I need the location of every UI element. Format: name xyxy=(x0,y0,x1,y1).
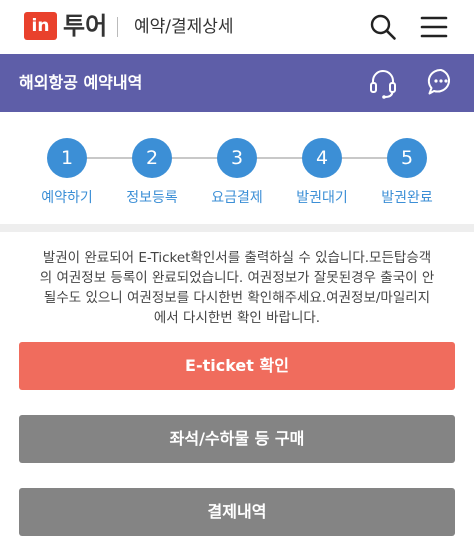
header-title: 해외항공 예약내역 xyxy=(19,73,143,92)
step-number: 5 xyxy=(387,138,427,178)
notice-line: 될수도 있으니 여권정보를 다시한번 확인해주세요.여권정보/마일리지 xyxy=(43,290,431,306)
step-number: 4 xyxy=(302,138,342,178)
step-number: 2 xyxy=(132,138,172,178)
step-label: 정보등록 xyxy=(126,190,178,206)
logo-text[interactable]: 투어 xyxy=(63,10,107,42)
notice-text: 발권이 완료되어 E-Ticket확인서를 출력하실 수 있습니다.모든탑승객 … xyxy=(16,248,458,328)
payment-history-button[interactable]: 결제내역 xyxy=(19,488,455,536)
step-label: 요금결제 xyxy=(211,190,263,206)
step-1: 1 예약하기 xyxy=(27,138,107,208)
step-number: 3 xyxy=(217,138,257,178)
logo-mark[interactable]: in xyxy=(24,12,57,40)
notice-line: 발권이 완료되어 E-Ticket확인서를 출력하실 수 있습니다.모든탑승객 xyxy=(42,250,432,266)
search-icon[interactable] xyxy=(369,13,397,41)
top-bar: in 투어 예약/결제상세 xyxy=(0,0,474,54)
eticket-button[interactable]: E-ticket 확인 xyxy=(19,342,455,390)
section-header: 해외항공 예약내역 xyxy=(0,54,474,112)
page-title: 예약/결제상세 xyxy=(134,17,234,37)
step-label: 발권완료 xyxy=(381,190,433,206)
step-number: 1 xyxy=(47,138,87,178)
step-5: 5 발권완료 xyxy=(367,138,447,208)
chat-icon[interactable] xyxy=(427,68,455,96)
step-label: 발권대기 xyxy=(296,190,348,206)
step-4: 4 발권대기 xyxy=(282,138,362,208)
seat-baggage-button[interactable]: 좌석/수하물 등 구매 xyxy=(19,415,455,463)
notice-line: 에서 다시한번 확인 바랍니다. xyxy=(153,310,321,326)
headset-icon[interactable] xyxy=(368,68,398,100)
divider xyxy=(117,17,118,37)
step-label: 예약하기 xyxy=(41,190,93,206)
progress-steps: 1 예약하기 2 정보등록 3 요금결제 4 발권대기 5 발권완료 xyxy=(0,112,474,224)
notice-line: 의 여권정보 등록이 완료되었습니다. 여권정보가 잘못된경우 출국이 안 xyxy=(39,270,435,286)
step-2: 2 정보등록 xyxy=(112,138,192,208)
menu-icon[interactable] xyxy=(420,14,448,40)
content-panel: 발권이 완료되어 E-Ticket확인서를 출력하실 수 있습니다.모든탑승객 … xyxy=(0,232,474,551)
step-3: 3 요금결제 xyxy=(197,138,277,208)
